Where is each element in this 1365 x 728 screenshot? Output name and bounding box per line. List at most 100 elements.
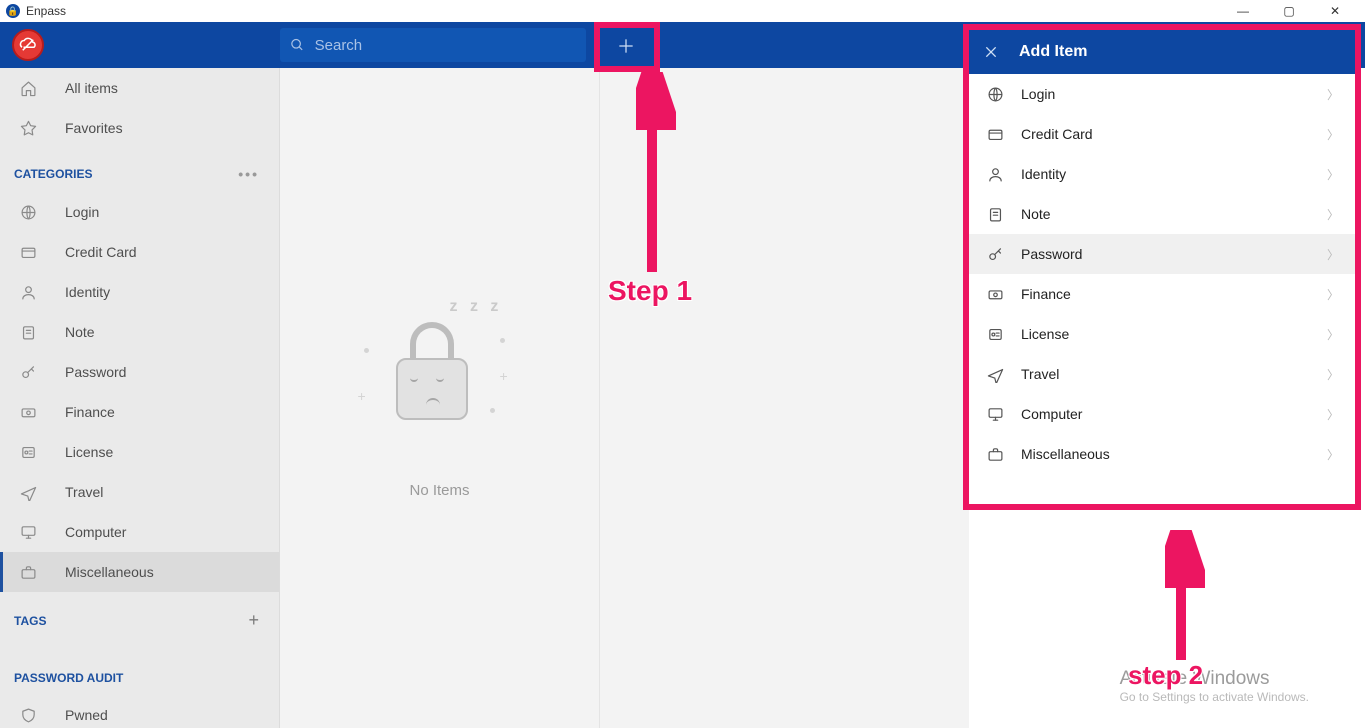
panel-item-identity[interactable]: Identity 〉 [969,154,1355,194]
chevron-right-icon: 〉 [1327,446,1339,463]
chevron-right-icon: 〉 [1327,246,1339,263]
nav-label: Travel [65,484,103,500]
cash-icon [985,286,1005,303]
nav-item-all-items[interactable]: All items [0,68,279,108]
tags-header: TAGS + [0,592,279,641]
nav-label: Favorites [65,120,123,136]
briefcase-icon [20,564,51,581]
panel-item-label: Login [1021,86,1055,102]
add-tag-button[interactable]: + [248,610,259,631]
nav-item-favorites[interactable]: Favorites [0,108,279,148]
chevron-right-icon: 〉 [1327,286,1339,303]
panel-item-label: Computer [1021,406,1082,422]
search-input[interactable] [315,37,576,54]
panel-item-label: Note [1021,206,1051,222]
category-item-license[interactable]: License [0,432,279,472]
card-icon [985,126,1005,143]
close-icon [983,44,999,60]
plane-icon [20,484,51,501]
tags-header-label: TAGS [14,614,46,628]
nav-label: Credit Card [65,244,137,260]
chevron-right-icon: 〉 [1327,206,1339,223]
home-icon [20,80,51,97]
note-icon [985,206,1005,223]
panel-item-password[interactable]: Password〉 [969,234,1355,274]
panel-item-finance[interactable]: Finance 〉 [969,274,1355,314]
briefcase-icon [985,446,1005,463]
nav-label: Computer [65,524,126,540]
license-icon [985,326,1005,343]
item-list-column: z z z + + No Items [280,68,600,728]
chevron-right-icon: 〉 [1327,166,1339,183]
nav-label: License [65,444,113,460]
category-item-computer[interactable]: Computer [0,512,279,552]
category-item-password[interactable]: Password [0,352,279,392]
empty-state-illustration: z z z + + [340,298,540,458]
panel-item-label: Finance [1021,286,1071,302]
nav-label: Miscellaneous [65,564,154,580]
panel-close-button[interactable] [983,44,999,60]
panel-item-computer[interactable]: Computer 〉 [969,394,1355,434]
panel-item-label: License [1021,326,1069,342]
globe-icon [20,204,51,221]
plus-icon [616,36,636,56]
categories-header-label: CATEGORIES [14,167,92,181]
categories-more-icon[interactable]: ••• [238,166,259,182]
category-item-identity[interactable]: Identity [0,272,279,312]
chevron-right-icon: 〉 [1327,366,1339,383]
audit-header: PASSWORD AUDIT [0,641,279,695]
panel-item-credit-card[interactable]: Credit Card 〉 [969,114,1355,154]
category-item-finance[interactable]: Finance [0,392,279,432]
category-item-miscellaneous[interactable]: Miscellaneous [0,552,279,592]
category-item-note[interactable]: Note [0,312,279,352]
chevron-right-icon: 〉 [1327,326,1339,343]
monitor-icon [985,406,1005,423]
chevron-right-icon: 〉 [1327,86,1339,103]
nav-label: Note [65,324,95,340]
key-icon [985,246,1005,263]
categories-header: CATEGORIES ••• [0,148,279,192]
window-maximize-button[interactable]: ▢ [1275,4,1303,18]
panel-item-label: Identity [1021,166,1066,182]
monitor-icon [20,524,51,541]
plane-icon [985,366,1005,383]
category-item-travel[interactable]: Travel [0,472,279,512]
add-item-panel-header: Add Item [969,30,1355,74]
nav-label: Pwned [65,707,108,723]
sidebar: All items Favorites CATEGORIES ••• Login C… [0,68,280,728]
globe-icon [985,86,1005,103]
panel-item-note[interactable]: Note 〉 [969,194,1355,234]
panel-item-label: Travel [1021,366,1059,382]
person-icon [20,284,51,301]
note-icon [20,324,51,341]
nav-label: Finance [65,404,115,420]
window-titlebar: 🔒 Enpass — ▢ ✕ [0,0,1365,22]
nav-label: Login [65,204,99,220]
category-item-login[interactable]: Login [0,192,279,232]
search-icon [290,37,305,53]
window-close-button[interactable]: ✕ [1321,4,1349,18]
panel-item-license[interactable]: License 〉 [969,314,1355,354]
window-title: Enpass [26,4,66,18]
audit-item-pwned[interactable]: Pwned [0,695,279,728]
panel-item-label: Credit Card [1021,126,1093,142]
nav-label: Password [65,364,126,380]
app-icon: 🔒 [6,4,20,18]
panel-item-miscellaneous[interactable]: Miscellaneous 〉 [969,434,1355,474]
panel-item-login[interactable]: Login 〉 [969,74,1355,114]
key-icon [20,364,51,381]
nav-label: Identity [65,284,110,300]
person-icon [985,166,1005,183]
search-field[interactable] [280,28,586,62]
category-item-credit-card[interactable]: Credit Card [0,232,279,272]
chevron-right-icon: 〉 [1327,406,1339,423]
star-icon [20,120,51,137]
panel-title: Add Item [1019,43,1087,61]
window-minimize-button[interactable]: — [1229,4,1257,18]
add-item-button[interactable] [608,28,644,64]
sync-status-icon[interactable] [12,29,44,61]
nav-label: All items [65,80,118,96]
panel-item-label: Miscellaneous [1021,446,1110,462]
panel-item-travel[interactable]: Travel 〉 [969,354,1355,394]
chevron-right-icon: 〉 [1327,126,1339,143]
